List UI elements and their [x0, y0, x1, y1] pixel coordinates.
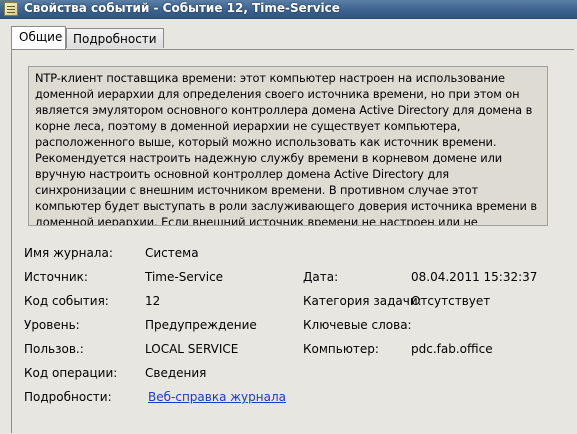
event-viewer-icon	[4, 2, 18, 16]
opcode-value[interactable]: Сведения	[145, 366, 206, 380]
keywords-label: Ключевые слова:	[303, 318, 412, 332]
task-category-label: Категория задачи:	[303, 294, 422, 308]
user-value[interactable]: LOCAL SERVICE	[145, 342, 238, 356]
event-id-value[interactable]: 12	[145, 294, 160, 308]
window-title: Свойства событий - Событие 12, Time-Serv…	[24, 1, 340, 15]
source-value[interactable]: Time-Service	[145, 270, 223, 284]
event-id-label: Код события:	[24, 294, 109, 308]
date-value[interactable]: 08.04.2011 15:32:37	[411, 270, 537, 284]
event-description[interactable]: NTP-клиент поставщика времени: этот комп…	[28, 66, 548, 226]
more-info-label: Подробности:	[24, 390, 112, 404]
level-label: Уровень:	[24, 318, 80, 332]
title-bar: Свойства событий - Событие 12, Time-Serv…	[0, 0, 577, 19]
log-name-value[interactable]: Система	[145, 246, 199, 260]
computer-label: Компьютер:	[303, 342, 379, 356]
log-name-label: Имя журнала:	[24, 246, 113, 260]
tab-details[interactable]: Подробности	[66, 28, 164, 48]
event-log-online-help-link[interactable]: Веб-справка журнала	[148, 390, 286, 404]
user-label: Пользов.:	[24, 342, 84, 356]
tab-general[interactable]: Общие	[11, 26, 66, 49]
task-category-value[interactable]: Отсутствует	[411, 294, 490, 308]
level-value[interactable]: Предупреждение	[145, 318, 257, 332]
computer-value[interactable]: pdc.fab.office	[411, 342, 493, 356]
opcode-label: Код операции:	[24, 366, 118, 380]
date-label: Дата:	[303, 270, 339, 284]
source-label: Источник:	[24, 270, 88, 284]
